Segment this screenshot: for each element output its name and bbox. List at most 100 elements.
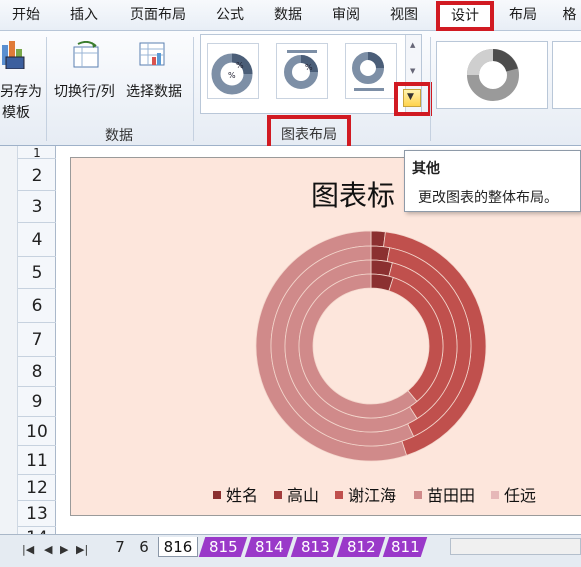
legend-item-miaotiantian[interactable]: 苗田田 <box>414 482 476 505</box>
row-number[interactable]: 12 <box>18 478 56 498</box>
svg-text:%: % <box>305 63 313 72</box>
row-number[interactable]: 11 <box>18 451 56 471</box>
save-as-template-button[interactable]: 另存为 模板 <box>0 33 44 125</box>
row-number[interactable]: 4 <box>18 230 56 250</box>
save-as-template-label-2: 模板 <box>2 105 30 121</box>
row-divider <box>18 222 56 223</box>
sheet-tab-label: 812 <box>346 538 376 556</box>
sheet-tab[interactable]: 7 <box>110 537 130 557</box>
row-number[interactable]: 5 <box>18 263 56 283</box>
sheet-tab[interactable]: 814 <box>244 537 294 557</box>
chart-style-gallery <box>436 41 581 111</box>
select-data-label: 选择数据 <box>126 84 182 100</box>
row-header: 1234567891011121314 <box>18 146 56 548</box>
select-data-button[interactable]: 选择数据 <box>124 33 190 125</box>
save-template-icon <box>2 41 25 69</box>
expand-more-icon: ▼ <box>407 92 414 102</box>
row-divider <box>18 474 56 475</box>
svg-text:%: % <box>236 61 244 70</box>
more-layouts-button[interactable]: ▼ <box>403 89 421 107</box>
legend-item-renyuan[interactable]: 任远 <box>491 482 537 505</box>
sheet-tab-bar: |◀ ◀ ▶ ▶| 7 6 816 815 814 813 812 811 <box>0 534 581 567</box>
legend-item-gaoshan[interactable]: 高山 <box>274 482 320 505</box>
ribbon: 另存为 模板 切换行/列 选择数据 数据 % % % ▲ ▼ ▼ 图表布局 <box>0 31 581 152</box>
doughnut-layout-icon: % % <box>211 53 253 95</box>
tab-format[interactable]: 格 <box>558 4 581 28</box>
legend-label: 高山 <box>287 486 320 505</box>
chart-layout-1[interactable]: % % <box>207 43 259 99</box>
row-number[interactable]: 9 <box>18 392 56 412</box>
row-number[interactable]: 10 <box>18 422 56 442</box>
first-sheet-icon[interactable]: |◀ <box>22 543 34 556</box>
chart-layout-3[interactable] <box>345 43 397 99</box>
legend-swatch <box>335 491 343 499</box>
left-strip <box>0 146 18 534</box>
sheet-tab[interactable]: 811 <box>382 537 428 557</box>
row-divider <box>18 386 56 387</box>
prev-sheet-icon[interactable]: ◀ <box>44 543 52 556</box>
doughnut-segment[interactable] <box>370 245 391 262</box>
tab-layout[interactable]: 布局 <box>503 4 543 28</box>
switch-row-column-icon <box>73 41 99 68</box>
row-divider <box>18 190 56 191</box>
row-divider <box>18 445 56 446</box>
legend-label: 任远 <box>504 486 537 505</box>
row-number[interactable]: 7 <box>18 330 56 350</box>
tab-insert[interactable]: 插入 <box>62 4 106 28</box>
sheet-tab[interactable]: 815 <box>198 537 248 557</box>
sheet-tab-active[interactable]: 816 <box>158 537 198 557</box>
row-number[interactable]: 2 <box>18 166 56 186</box>
legend-swatch <box>213 491 221 499</box>
row-number[interactable]: 8 <box>18 362 56 382</box>
legend-swatch <box>274 491 282 499</box>
horizontal-scrollbar[interactable] <box>450 538 581 555</box>
tab-review[interactable]: 审阅 <box>326 4 366 28</box>
tooltip-body: 更改图表的整体布局。 <box>418 190 558 206</box>
sheet-tab-label: 811 <box>390 538 420 556</box>
sheet-tab[interactable]: 6 <box>134 537 154 557</box>
row-divider <box>18 288 56 289</box>
chart-layout-gallery: % % % ▲ ▼ <box>200 34 422 114</box>
chevron-up-icon[interactable]: ▲ <box>410 41 415 49</box>
tab-design[interactable]: 设计 <box>436 1 494 31</box>
doughnut-layout-icon <box>352 52 384 91</box>
last-sheet-icon[interactable]: ▶| <box>76 543 88 556</box>
row-number[interactable]: 13 <box>18 504 56 524</box>
tab-data[interactable]: 数据 <box>268 4 308 28</box>
sheet-tab-label: 813 <box>300 538 330 556</box>
row-number[interactable]: 6 <box>18 296 56 316</box>
sheet-tab-label: 815 <box>208 538 238 556</box>
chevron-down-icon[interactable]: ▼ <box>410 67 415 75</box>
switch-row-column-label: 切换行/列 <box>54 84 115 100</box>
legend-label: 姓名 <box>226 486 259 505</box>
next-sheet-icon[interactable]: ▶ <box>60 543 68 556</box>
tab-formulas[interactable]: 公式 <box>210 4 250 28</box>
data-group-label: 数据 <box>105 128 133 144</box>
sheet-tab[interactable]: 812 <box>336 537 386 557</box>
legend-item-xiejianghai[interactable]: 谢江海 <box>335 482 397 505</box>
switch-row-column-button[interactable]: 切换行/列 <box>52 33 122 125</box>
tab-page-layout[interactable]: 页面布局 <box>121 4 195 28</box>
row-divider <box>18 256 56 257</box>
chart-style-2[interactable] <box>552 41 581 109</box>
row-divider <box>18 526 56 527</box>
chart-layout-group-label: 图表布局 <box>281 127 337 143</box>
tooltip-title: 其他 <box>412 161 440 177</box>
chart-style-1[interactable] <box>436 41 548 109</box>
row-number[interactable]: 3 <box>18 197 56 217</box>
legend-label: 苗田田 <box>427 486 476 505</box>
chart-layout-2[interactable]: % <box>276 43 328 99</box>
ribbon-tab-bar: 开始 插入 页面布局 公式 数据 审阅 视图 设计 布局 格 <box>0 0 581 31</box>
doughnut-segment[interactable] <box>370 230 386 248</box>
sheet-tab[interactable]: 813 <box>290 537 340 557</box>
legend-label: 谢江海 <box>348 486 397 505</box>
save-as-template-label-1: 另存为 <box>0 84 42 100</box>
group-separator <box>193 37 194 141</box>
sheet-tab-label: 814 <box>254 538 284 556</box>
tab-home[interactable]: 开始 <box>4 4 48 28</box>
select-data-icon <box>139 42 165 66</box>
legend-item-name[interactable]: 姓名 <box>213 482 259 505</box>
row-divider <box>18 500 56 501</box>
tab-view[interactable]: 视图 <box>384 4 424 28</box>
tooltip: 其他 更改图表的整体布局。 <box>404 150 581 212</box>
